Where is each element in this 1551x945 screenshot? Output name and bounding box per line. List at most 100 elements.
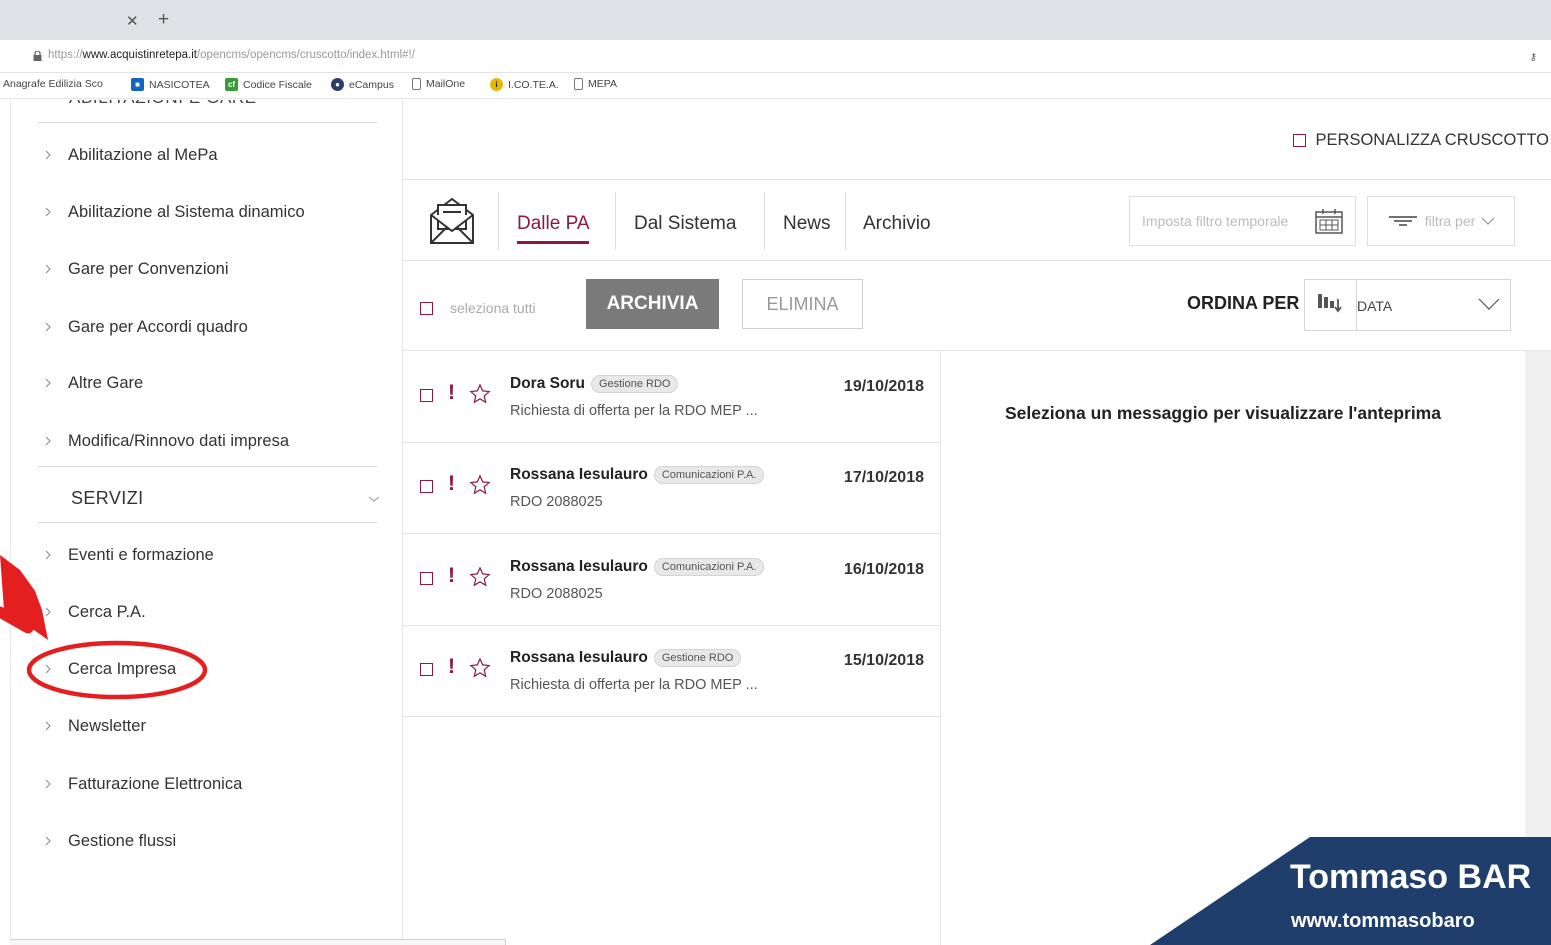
sidebar-item-label: Modifica/Rinnovo dati impresa [68, 431, 290, 450]
star-icon[interactable] [469, 657, 491, 679]
sidebar-item-label: Eventi e formazione [68, 545, 214, 564]
bookmark-codice-fiscale[interactable]: cf Codice Fiscale [225, 78, 312, 91]
category-badge: Gestione RDO [590, 375, 679, 393]
priority-icon[interactable]: ! [448, 655, 455, 679]
sidebar-item-label: Cerca P.A. [68, 602, 146, 621]
address-bar[interactable]: https://www.acquistinretepa.it/opencms/o… [0, 40, 1551, 73]
chevron-right-icon [45, 436, 51, 446]
sidebar-item-newsletter[interactable]: Newsletter [37, 711, 377, 741]
message-subject: RDO 2088025 [510, 586, 603, 602]
bookmark-mepa[interactable]: MEPA [574, 78, 617, 90]
sidebar-item-label: Altre Gare [68, 373, 144, 392]
priority-icon[interactable]: ! [448, 564, 455, 588]
icotea-icon: i [490, 78, 503, 91]
sender-name: Rossana Iesulauro [510, 649, 648, 666]
browser-tab-bar: ✕ + [0, 0, 1551, 40]
watermark-url: www.tommasobaro [1291, 910, 1475, 932]
message-subject: RDO 2088025 [510, 494, 603, 510]
sidebar-item-label: Newsletter [68, 716, 146, 735]
chevron-right-icon [45, 322, 51, 332]
checkbox[interactable] [420, 389, 433, 402]
sidebar-item-abilitazione-mepa[interactable]: Abilitazione al MePa [37, 140, 377, 170]
bookmark-anagrafe[interactable]: Anagrafe Edilizia Sco [3, 78, 103, 90]
sidebar-item-label: Abilitazione al Sistema dinamico [68, 202, 305, 221]
chevron-right-icon [45, 264, 51, 274]
delete-button[interactable]: ELIMINA [742, 279, 863, 329]
star-icon[interactable] [469, 566, 491, 588]
sender-name: Dora Soru [510, 375, 585, 392]
checkbox[interactable] [420, 301, 433, 315]
personalizza-cruscotto-toggle[interactable]: PERSONALIZZA CRUSCOTTO [1292, 131, 1549, 150]
bookmark-icotea[interactable]: i I.CO.TE.A. [490, 78, 559, 91]
tab-news[interactable]: News [783, 213, 831, 235]
sort-select[interactable]: DATA [1304, 279, 1511, 331]
sidebar-item-altre-gare[interactable]: Altre Gare [37, 368, 377, 398]
tab-dal-sistema[interactable]: Dal Sistema [634, 213, 736, 235]
message-row[interactable]: ! Rossana Iesulauro Comunicazioni P.A. RD… [403, 534, 941, 626]
sidebar-item-cerca-pa[interactable]: Cerca P.A. [37, 597, 377, 627]
checkbox[interactable] [420, 480, 433, 493]
sidebar-item-gare-convenzioni[interactable]: Gare per Convenzioni [37, 254, 377, 284]
sidebar-item-label: Abilitazione al MePa [68, 145, 218, 164]
chevron-right-icon [45, 836, 51, 846]
scrollbar[interactable] [1525, 351, 1551, 945]
star-icon[interactable] [469, 383, 491, 405]
nasicotea-icon: ■ [131, 78, 144, 91]
priority-icon[interactable]: ! [448, 472, 455, 496]
calendar-icon[interactable] [1315, 208, 1343, 234]
divider [764, 192, 765, 250]
personalizza-label: PERSONALIZZA CRUSCOTTO [1315, 131, 1549, 149]
checkbox[interactable] [1292, 134, 1306, 147]
bookmark-nasicotea[interactable]: ■ NASICOTEA [131, 78, 210, 91]
sidebar-section-servizi[interactable]: SERVIZI [71, 488, 144, 509]
dashboard-header: PERSONALIZZA CRUSCOTTO [403, 100, 1551, 180]
ecampus-icon: ● [331, 78, 344, 91]
cf-icon: cf [225, 78, 238, 91]
chevron-down-icon[interactable] [368, 495, 380, 503]
priority-icon[interactable]: ! [448, 381, 455, 405]
checkbox[interactable] [420, 663, 433, 676]
sidebar-item-gestione-flussi[interactable]: Gestione flussi [37, 826, 377, 856]
envelope-icon [430, 197, 474, 244]
message-actions-bar: seleziona tutti ARCHIVIA ELIMINA ORDINA … [403, 261, 1551, 351]
key-icon[interactable]: ⚷ [1530, 52, 1537, 63]
sidebar-item-fatturazione-elettronica[interactable]: Fatturazione Elettronica [37, 769, 377, 799]
message-subject: Richiesta di offerta per la RDO MEP ... [510, 677, 758, 693]
url-text[interactable]: https://www.acquistinretepa.it/opencms/o… [48, 49, 415, 61]
divider [37, 122, 377, 123]
new-tab-icon[interactable]: + [158, 9, 169, 31]
star-icon[interactable] [469, 474, 491, 496]
sidebar-item-gare-accordi-quadro[interactable]: Gare per Accordi quadro [37, 312, 377, 342]
divider [37, 466, 377, 467]
chevron-down-icon [1481, 217, 1495, 225]
divider [615, 192, 616, 250]
sidebar-item-label: Cerca Impresa [68, 659, 177, 678]
sidebar-item-abilitazione-sistema-dinamico[interactable]: Abilitazione al Sistema dinamico [37, 197, 377, 227]
message-row[interactable]: ! Dora Soru Gestione RDO Richiesta di off… [403, 351, 941, 443]
time-filter-input[interactable]: Imposta filtro temporale [1129, 196, 1356, 246]
sidebar-item-cerca-impresa[interactable]: Cerca Impresa [37, 654, 377, 684]
sidebar-section-abilitazioni[interactable]: ABILITAZIONI E GARE [69, 100, 257, 108]
message-row[interactable]: ! Rossana Iesulauro Comunicazioni P.A. RD… [403, 442, 941, 534]
select-all[interactable]: seleziona tutti [420, 300, 536, 316]
chevron-right-icon [45, 207, 51, 217]
tab-dalle-pa[interactable]: Dalle PA [517, 213, 590, 235]
page-icon [574, 78, 583, 90]
sidebar-item-label: Gare per Convenzioni [68, 259, 229, 278]
message-row[interactable]: ! Rossana Iesulauro Gestione RDO Richiest… [403, 625, 941, 717]
close-tab-icon[interactable]: ✕ [126, 12, 139, 30]
filter-dropdown[interactable]: filtra per [1367, 196, 1515, 246]
sidebar-item-eventi-formazione[interactable]: Eventi e formazione [37, 540, 377, 570]
bookmark-mailone[interactable]: MailOne [412, 78, 465, 90]
checkbox[interactable] [420, 572, 433, 585]
message-date: 19/10/2018 [843, 378, 924, 395]
tab-archivio[interactable]: Archivio [863, 213, 931, 235]
archive-button[interactable]: ARCHIVIA [586, 279, 719, 329]
watermark-name: Tommaso BAR [1290, 858, 1532, 896]
sidebar-item-modifica-dati-impresa[interactable]: Modifica/Rinnovo dati impresa [37, 426, 377, 456]
sidebar-menu: ABILITAZIONI E GARE Abilitazione al MePa… [10, 100, 403, 945]
bookmarks-bar: Anagrafe Edilizia Sco ■ NASICOTEA cf Codic… [0, 73, 1551, 99]
filter-lines-icon [1388, 216, 1417, 226]
bookmark-ecampus[interactable]: ● eCampus [331, 78, 394, 91]
sort-toggle[interactable] [1305, 280, 1357, 330]
